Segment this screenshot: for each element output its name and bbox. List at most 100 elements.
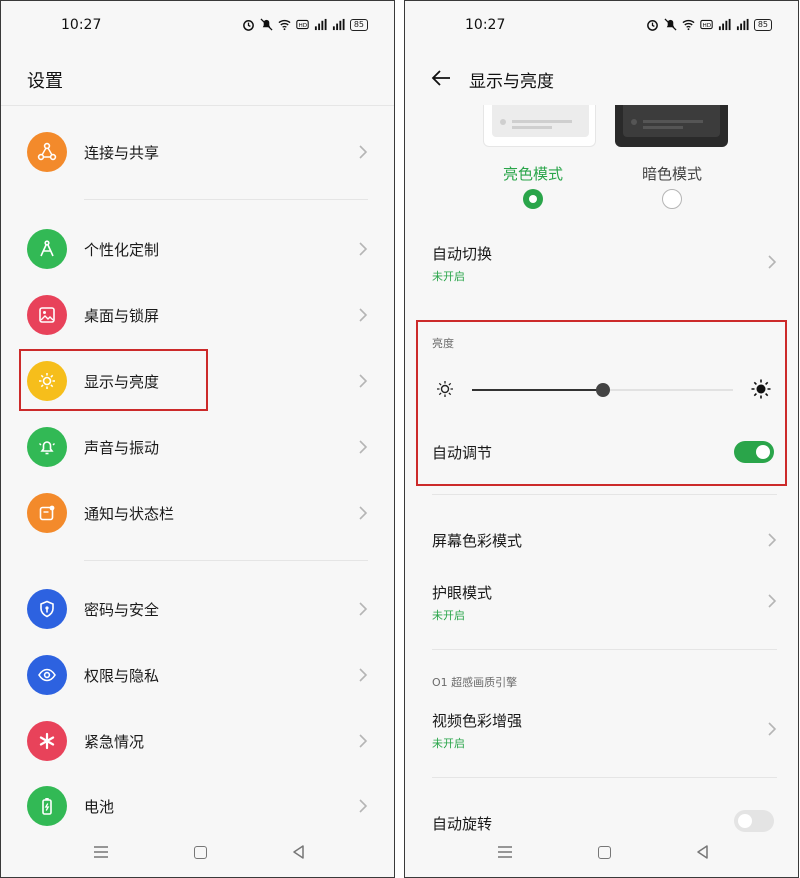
alarm-icon <box>646 20 658 31</box>
mute-icon <box>664 18 677 31</box>
group-divider <box>84 560 368 561</box>
chevron-right-icon <box>768 722 777 736</box>
chevron-right-icon <box>359 145 368 159</box>
settings-item-label: 紧急情况 <box>84 732 145 751</box>
video-color-status: 未开启 <box>432 737 465 750</box>
settings-item-label: 密码与安全 <box>84 600 160 619</box>
alarm-icon <box>242 20 254 31</box>
auto-rotate-toggle[interactable] <box>734 810 774 832</box>
settings-item-label: 电池 <box>84 797 115 816</box>
battery-icon <box>27 786 67 826</box>
menu-icon[interactable] <box>94 846 108 858</box>
back-triangle-icon[interactable] <box>292 845 306 859</box>
menu-icon[interactable] <box>498 846 512 858</box>
signal-icon <box>736 18 749 31</box>
share-icon <box>27 132 67 172</box>
page-title: 显示与亮度 <box>469 72 554 92</box>
battery-level: 85 <box>753 18 772 31</box>
settings-item-personalize[interactable]: 个性化定制 <box>1 221 394 277</box>
settings-item-security[interactable]: 密码与安全 <box>1 581 394 637</box>
chevron-right-icon <box>768 594 777 608</box>
section-divider <box>432 494 777 495</box>
eye-care-title: 护眼模式 <box>432 584 493 602</box>
settings-item-desktop[interactable]: 桌面与锁屏 <box>1 287 394 343</box>
engine-header: O1 超感画质引擎 <box>432 676 518 689</box>
chevron-right-icon <box>768 255 777 269</box>
settings-item-connection[interactable]: 连接与共享 <box>1 124 394 180</box>
chevron-right-icon <box>359 668 368 682</box>
shield-icon <box>27 589 67 629</box>
image-icon <box>27 295 67 335</box>
auto-rotate-title: 自动旋转 <box>432 815 493 833</box>
chevron-right-icon <box>768 533 777 547</box>
status-time: 10:27 <box>61 17 102 33</box>
chevron-right-icon <box>359 602 368 616</box>
light-mode-radio[interactable] <box>523 189 543 209</box>
settings-item-notification[interactable]: 通知与状态栏 <box>1 485 394 541</box>
home-icon[interactable] <box>598 846 611 859</box>
settings-item-privacy[interactable]: 权限与隐私 <box>1 647 394 703</box>
chevron-right-icon <box>359 734 368 748</box>
video-color-title: 视频色彩增强 <box>432 712 523 730</box>
settings-item-sound[interactable]: 声音与振动 <box>1 419 394 475</box>
compass-icon <box>27 229 67 269</box>
notification-icon <box>27 493 67 533</box>
settings-item-emergency[interactable]: 紧急情况 <box>1 713 394 769</box>
chevron-right-icon <box>359 440 368 454</box>
wifi-icon <box>278 19 291 31</box>
auto-switch-title: 自动切换 <box>432 245 493 263</box>
status-icons: HD 85 <box>646 18 772 31</box>
group-divider <box>84 199 368 200</box>
status-time: 10:27 <box>465 17 506 33</box>
highlight-box <box>416 320 787 486</box>
mute-icon <box>260 18 273 31</box>
eye-icon <box>27 655 67 695</box>
chevron-right-icon <box>359 374 368 388</box>
settings-item-label: 连接与共享 <box>84 143 160 162</box>
back-arrow-icon[interactable] <box>431 69 451 87</box>
light-theme-preview[interactable] <box>483 105 596 147</box>
chevron-right-icon <box>359 308 368 322</box>
display-brightness-screen: 10:27 HD 85 显示与亮度 亮色模式 暗色模式 自动切换 未开启 亮度 … <box>404 0 799 878</box>
dark-mode-label: 暗色模式 <box>642 165 703 183</box>
settings-item-label: 声音与振动 <box>84 438 160 457</box>
signal-icon <box>718 18 731 31</box>
status-bar: 10:27 HD 85 <box>1 13 394 39</box>
signal-icon <box>314 18 327 31</box>
dark-mode-radio[interactable] <box>662 189 682 209</box>
hd-icon: HD <box>296 19 309 30</box>
screen-color-title: 屏幕色彩模式 <box>432 532 523 550</box>
navigation-bar <box>1 843 394 863</box>
status-icons: HD 85 <box>242 18 368 31</box>
hd-icon: HD <box>700 19 713 30</box>
eye-care-status: 未开启 <box>432 609 465 622</box>
settings-item-label: 权限与隐私 <box>84 666 160 685</box>
page-title: 设置 <box>27 71 63 92</box>
battery-level: 85 <box>349 18 368 31</box>
svg-text:HD: HD <box>298 23 307 29</box>
status-bar: 10:27 HD 85 <box>405 13 798 39</box>
section-divider <box>432 777 777 778</box>
highlight-box <box>19 349 208 411</box>
dark-theme-preview[interactable] <box>615 105 728 147</box>
settings-item-label: 个性化定制 <box>84 240 160 259</box>
svg-text:HD: HD <box>702 23 711 29</box>
auto-switch-status: 未开启 <box>432 270 465 283</box>
chevron-right-icon <box>359 506 368 520</box>
settings-item-label: 通知与状态栏 <box>84 504 175 523</box>
chevron-right-icon <box>359 242 368 256</box>
bell-icon <box>27 427 67 467</box>
header-divider <box>1 105 394 106</box>
signal-icon <box>332 18 345 31</box>
wifi-icon <box>682 19 695 31</box>
home-icon[interactable] <box>194 846 207 859</box>
section-divider <box>432 649 777 650</box>
emergency-icon <box>27 721 67 761</box>
light-mode-label: 亮色模式 <box>503 165 564 183</box>
settings-item-label: 桌面与锁屏 <box>84 306 160 325</box>
settings-item-battery[interactable]: 电池 <box>1 778 394 834</box>
chevron-right-icon <box>359 799 368 813</box>
back-triangle-icon[interactable] <box>696 845 710 859</box>
settings-screen: 10:27 HD 85 设置 连接与共享 个性化定制 桌面与锁屏 显示与亮度 声… <box>0 0 395 878</box>
navigation-bar <box>405 843 798 863</box>
